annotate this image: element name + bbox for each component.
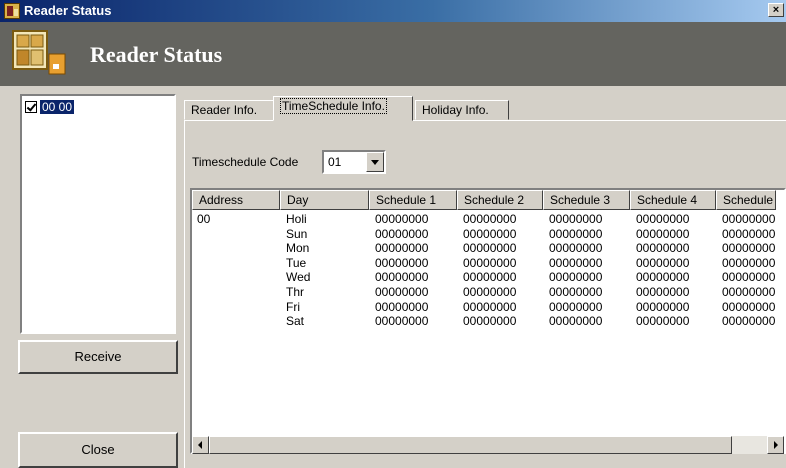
schedule-cell: 00000000: [463, 314, 517, 329]
close-button[interactable]: Close: [18, 432, 178, 468]
schedule-cell: 00000000: [636, 226, 690, 241]
schedule-cell: 00000000: [549, 226, 603, 241]
schedule-cell: 00000000: [722, 226, 776, 241]
schedule-cell: 00000000: [375, 212, 429, 226]
schedule-cell: 00000000: [375, 226, 429, 241]
schedule-cell: 00000000: [375, 314, 429, 329]
reader-list[interactable]: 00 00: [20, 94, 176, 334]
schedule-cell: 00000000: [636, 212, 690, 226]
tab-label: Reader Info.: [191, 103, 258, 117]
day-cell: Tue: [286, 255, 307, 270]
reader-item-label: 00 00: [40, 99, 75, 114]
chevron-down-icon[interactable]: [366, 152, 384, 172]
tab-reader-info[interactable]: Reader Info.: [184, 100, 274, 120]
scroll-thumb[interactable]: [209, 436, 732, 454]
schedule-cell: 00000000: [549, 285, 603, 299]
schedule-cell: 00000000: [463, 226, 517, 241]
schedule-cell: 00000000: [375, 299, 429, 314]
day-cell: Mon: [286, 241, 310, 256]
tab-timeschedule-info[interactable]: TimeSchedule Info.: [273, 96, 413, 121]
schedule-cell: 00000000: [463, 285, 517, 299]
tab-label: TimeSchedule Info.: [280, 98, 387, 114]
schedule-cell: 00000000: [463, 255, 517, 270]
schedule-cell: 00000000: [722, 255, 776, 270]
schedule-cell: 00000000: [549, 212, 603, 226]
timeschedule-code-label: Timeschedule Code: [192, 155, 299, 169]
schedule-cell: 00000000: [722, 270, 776, 285]
day-cell: Fri: [286, 299, 300, 314]
reader-status-icon: [12, 30, 66, 75]
tab-holiday-info[interactable]: Holiday Info.: [415, 100, 509, 120]
column-header[interactable]: Schedule 3: [543, 190, 630, 210]
day-cell: Sun: [286, 226, 308, 241]
schedule-cell: 00000000: [549, 255, 603, 270]
schedule-cell: 00000000: [636, 299, 690, 314]
window-close-button[interactable]: ×: [768, 3, 784, 17]
tab-label: Holiday Info.: [422, 103, 489, 117]
schedule-cell: 00000000: [375, 285, 429, 299]
column-header[interactable]: Schedule: [716, 190, 776, 210]
schedule-cell: 00000000: [636, 241, 690, 256]
window-title: Reader Status: [24, 3, 112, 18]
schedule-cell: 00000000: [463, 270, 517, 285]
column-header[interactable]: Day: [280, 190, 369, 210]
timeschedule-code-select[interactable]: 01: [322, 150, 386, 174]
reader-list-item[interactable]: 00 00: [25, 99, 75, 114]
schedule-cell: 00000000: [722, 299, 776, 314]
day-cell: Thr: [286, 285, 304, 299]
schedule-cell: 00000000: [463, 299, 517, 314]
day-cell: Holi: [286, 212, 307, 226]
schedule-cell: 00000000: [722, 241, 776, 256]
schedule-cell: 00000000: [549, 299, 603, 314]
column-header[interactable]: Schedule 4: [630, 190, 716, 210]
schedule-cell: 00000000: [636, 255, 690, 270]
day-cell: Wed: [286, 270, 311, 285]
schedule-cell: 00000000: [722, 285, 776, 299]
scroll-left-icon[interactable]: [192, 436, 209, 454]
schedule-cell: 00000000: [722, 212, 776, 226]
schedule-grid[interactable]: Address Day Schedule 1 Schedule 2 Schedule 3…: [190, 188, 786, 454]
schedule-cell: 00000000: [463, 212, 517, 226]
column-header[interactable]: Schedule 2: [457, 190, 543, 210]
schedule-cell: 00000000: [636, 270, 690, 285]
horizontal-scrollbar[interactable]: [192, 436, 784, 454]
schedule-cell: 00000000: [636, 314, 690, 329]
schedule-cell: 00000000: [549, 241, 603, 256]
schedule-cell: 00000000: [722, 314, 776, 329]
schedule-cell: 00000000: [375, 241, 429, 256]
address-cell: 00: [197, 212, 211, 226]
schedule-cell: 00000000: [636, 285, 690, 299]
grid-header: Address Day Schedule 1 Schedule 2 Schedule 3…: [192, 190, 784, 210]
schedule-cell: 00000000: [549, 270, 603, 285]
day-cell: Sat: [286, 314, 305, 329]
timeschedule-code-value: 01: [328, 155, 342, 169]
column-header[interactable]: Address: [192, 190, 280, 210]
receive-button[interactable]: Receive: [18, 340, 178, 374]
reader-checkbox[interactable]: [25, 100, 37, 113]
header-banner: Reader Status: [0, 22, 786, 86]
scroll-right-icon[interactable]: [767, 436, 784, 454]
schedule-cell: 00000000: [375, 255, 429, 270]
schedule-cell: 00000000: [549, 314, 603, 329]
schedule-cell: 00000000: [375, 270, 429, 285]
title-bar: Reader Status ×: [0, 0, 786, 22]
app-icon: [4, 3, 20, 19]
schedule-cell: 00000000: [463, 241, 517, 256]
column-header[interactable]: Schedule 1: [369, 190, 457, 210]
header-title: Reader Status: [90, 42, 223, 67]
